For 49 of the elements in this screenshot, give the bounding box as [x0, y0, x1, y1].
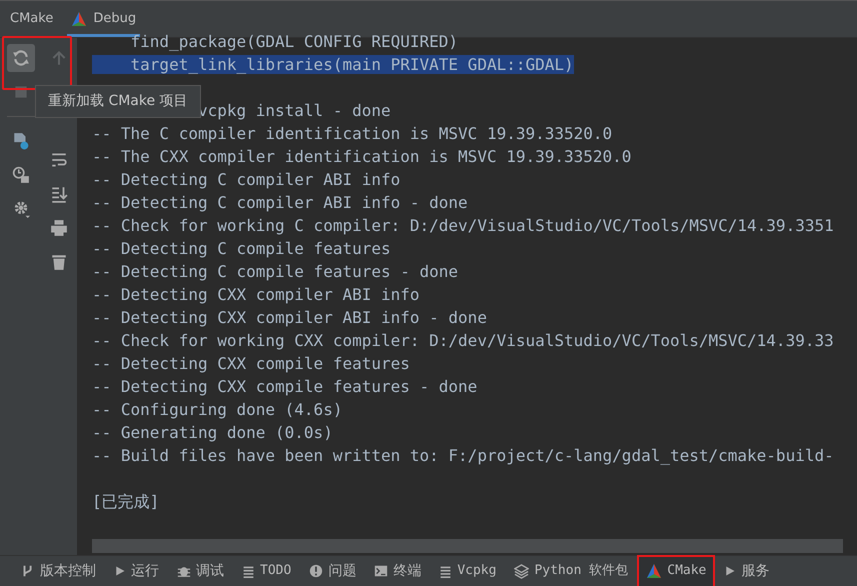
console-line: -- Check for working CXX compiler: D:/dev/VisualStudio/VC/Tools/MSVC/14.39.33: [92, 331, 834, 350]
console-line: -- Configuring done (4.6s): [92, 400, 342, 419]
console-line: -- Detecting C compile features: [92, 239, 391, 258]
reload-button[interactable]: [7, 44, 35, 72]
tool-window-tab[interactable]: 终端: [367, 556, 428, 586]
console-line: -- Detecting CXX compiler ABI info: [92, 285, 420, 304]
print-icon: [50, 219, 68, 237]
tool-window-tab[interactable]: 问题: [302, 556, 364, 586]
tool-window-tab[interactable]: 运行: [107, 556, 166, 586]
tooltip: 重新加载 CMake 项目: [35, 85, 201, 118]
console-line: -- Detecting C compiler ABI info: [92, 170, 400, 189]
console-line: -- The CXX compiler identification is MSVC 19.39.33520.0: [92, 147, 632, 166]
settings-icon: [12, 200, 30, 218]
clock-save-icon: [12, 166, 30, 184]
tool-window-tab[interactable]: Python 软件包: [507, 556, 636, 586]
bug-icon: [177, 564, 191, 578]
triangle-icon: [646, 563, 662, 579]
tool-window-tab[interactable]: TODO: [235, 556, 298, 586]
terminal-icon: [374, 564, 388, 578]
console-line: -- Check for working C compiler: D:/dev/VisualStudio/VC/Tools/MSVC/14.39.3351: [92, 216, 834, 235]
console-line: -- Detecting CXX compiler ABI info - done: [92, 308, 487, 327]
wrap-icon: [50, 151, 68, 169]
triangle-icon: [71, 10, 88, 26]
play-icon: [724, 564, 736, 578]
file-gear-icon: [12, 132, 30, 150]
layers-icon: [514, 564, 530, 578]
console-line: -- Detecting CXX compile features - done: [92, 377, 478, 396]
tool-window-tab[interactable]: Vcpkg: [432, 556, 504, 586]
console-line: -- Generating done (0.0s): [92, 423, 333, 442]
console-line: -- Detecting C compiler ABI info - done: [92, 193, 468, 212]
console-line: -- Detecting C compile features - done: [92, 262, 458, 281]
play-icon: [114, 564, 126, 578]
alert-icon: [309, 564, 324, 578]
tool-window-tab[interactable]: 调试: [170, 556, 231, 586]
console-line: -- The C compiler identification is MSVC 19.39.33520.0: [92, 124, 612, 143]
tool-window-tab[interactable]: 服务: [717, 556, 776, 586]
list-icon: [439, 564, 452, 578]
tool-window-tab[interactable]: 版本控制: [14, 556, 103, 586]
list-icon: [242, 564, 255, 578]
scroll-end-icon: [50, 185, 68, 203]
tool-window-tab[interactable]: CMake: [639, 556, 714, 586]
console-line: [已完成]: [92, 492, 160, 511]
console-line: -- Build files have been written to: F:/project/c-lang/gdal_test/cmake-build-: [92, 446, 834, 465]
trash-icon: [50, 253, 68, 271]
tab[interactable]: CMake: [6, 3, 58, 37]
reload-icon: [12, 49, 30, 67]
up-arrow-icon: [50, 49, 68, 67]
console-line: -- Detecting CXX compile features: [92, 354, 410, 373]
horizontal-scrollbar[interactable]: [92, 539, 843, 553]
